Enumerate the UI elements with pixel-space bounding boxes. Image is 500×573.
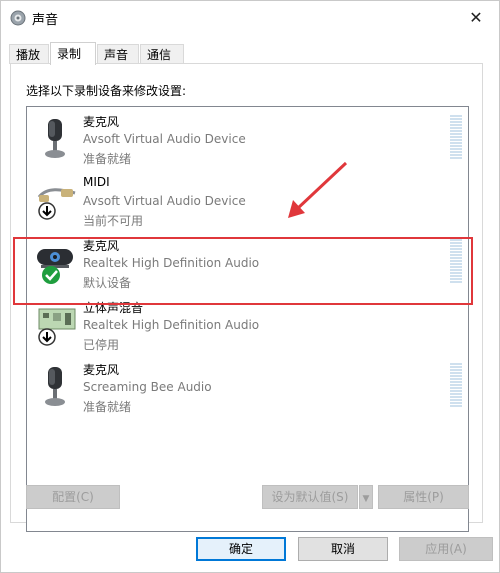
tab-recording[interactable]: 录制 — [50, 42, 96, 65]
annotation-arrow-icon — [288, 161, 348, 218]
sound-dialog: 声音 ✕ 播放 录制 声音 通信 选择以下录制设备来修改设置: 麦克风 Avso… — [0, 0, 500, 573]
